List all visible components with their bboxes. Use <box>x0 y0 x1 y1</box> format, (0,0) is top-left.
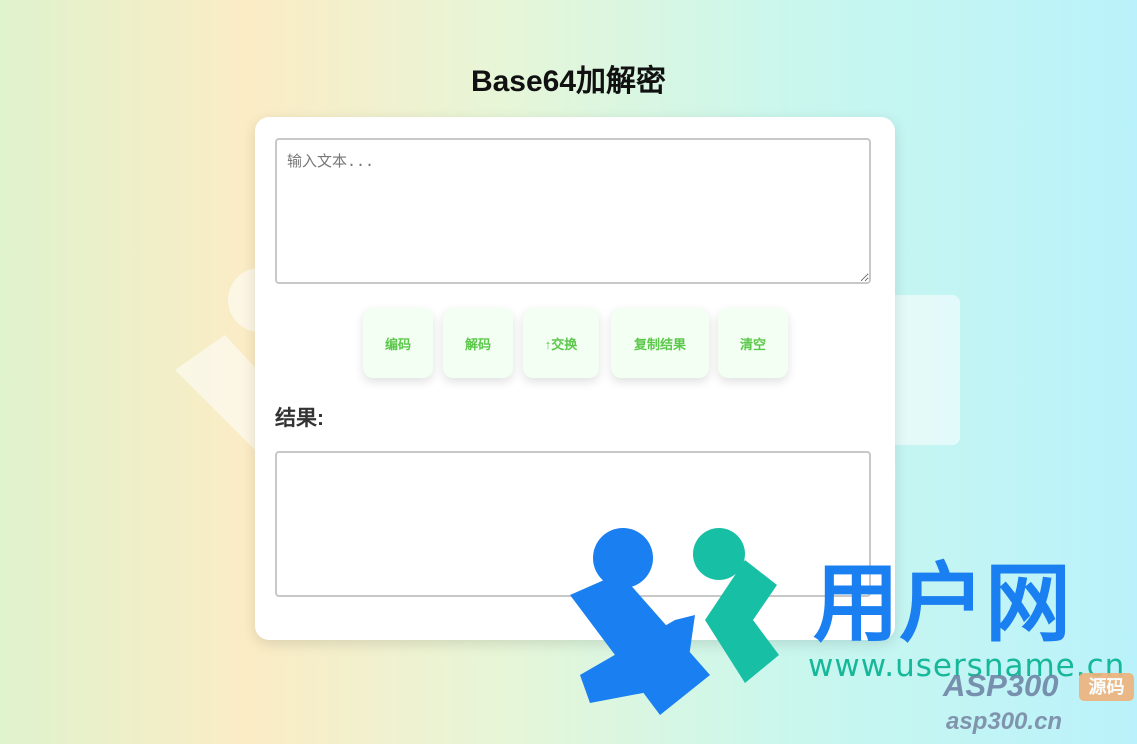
logo-brand-text: 用户网 <box>813 554 1071 654</box>
asp300-brand: ASP300 <box>943 668 1059 703</box>
asp300-domain: asp300.cn <box>946 708 1063 735</box>
copy-result-button[interactable]: 复制结果 <box>611 308 709 378</box>
decode-button[interactable]: 解码 <box>443 308 513 378</box>
result-label: 结果: <box>275 407 324 430</box>
asp300-badge: 源码 <box>1079 673 1134 701</box>
swap-button[interactable]: ↑交换 <box>523 308 599 378</box>
clear-button[interactable]: 清空 <box>718 308 788 378</box>
page-title: Base64加解密 <box>470 65 667 98</box>
encode-button[interactable]: 编码 <box>363 308 433 378</box>
input-textarea[interactable] <box>275 138 871 284</box>
action-button-row: 编码 解码 ↑交换 复制结果 清空 <box>255 308 895 380</box>
